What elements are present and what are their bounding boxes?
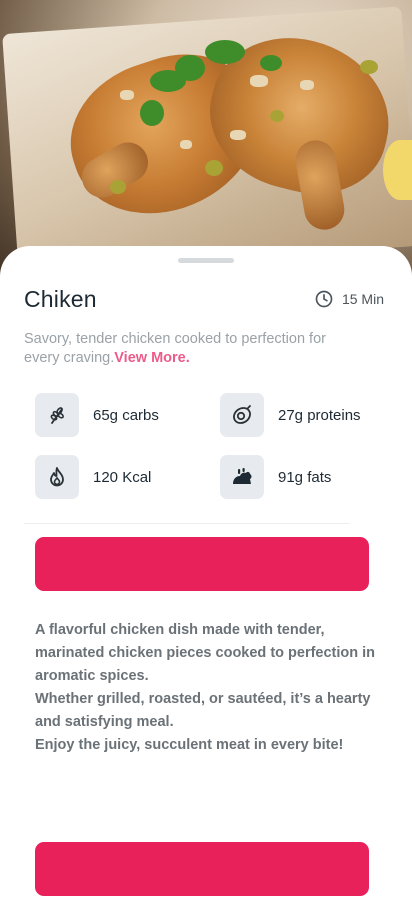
nutrition-calories: 120 Kcal <box>35 455 151 499</box>
calories-label: 120 Kcal <box>93 468 152 486</box>
wheat-icon <box>50 407 64 424</box>
recipe-sheet: Chiken 15 Min Savory, tender chicken coo… <box>0 246 412 922</box>
view-more-link[interactable]: View More. <box>114 350 189 366</box>
proteins-label: 27g proteins <box>278 406 361 424</box>
clock-icon <box>315 290 333 308</box>
nutrition-proteins: 27g proteins <box>220 393 361 437</box>
recipe-title: Chiken <box>24 286 97 312</box>
nutrition-fats: 91g fats <box>220 455 331 499</box>
details-paragraph: Enjoy the juicy, succulent meat in every… <box>35 737 344 753</box>
cook-time: 15 Min <box>314 289 384 309</box>
fats-label: 91g fats <box>278 468 332 486</box>
primary-action-button[interactable] <box>35 537 369 591</box>
divider <box>24 523 350 524</box>
details-paragraph: Whether grilled, roasted, or sautéed, it… <box>35 691 371 730</box>
cook-time-label: 15 Min <box>341 291 384 307</box>
drag-handle[interactable] <box>178 258 234 263</box>
nutrition-carbs: 65g carbs <box>35 393 159 437</box>
bottom-action-button[interactable] <box>35 842 369 896</box>
avocado-icon <box>233 405 251 424</box>
details-paragraph: A flavorful chicken dish made with tende… <box>35 622 376 684</box>
carbs-label: 65g carbs <box>93 406 159 424</box>
recipe-details: A flavorful chicken dish made with tende… <box>35 619 395 757</box>
flame-icon <box>50 467 64 487</box>
pizza-icon <box>233 468 252 484</box>
recipe-description: Savory, tender chicken cooked to perfect… <box>24 330 344 368</box>
